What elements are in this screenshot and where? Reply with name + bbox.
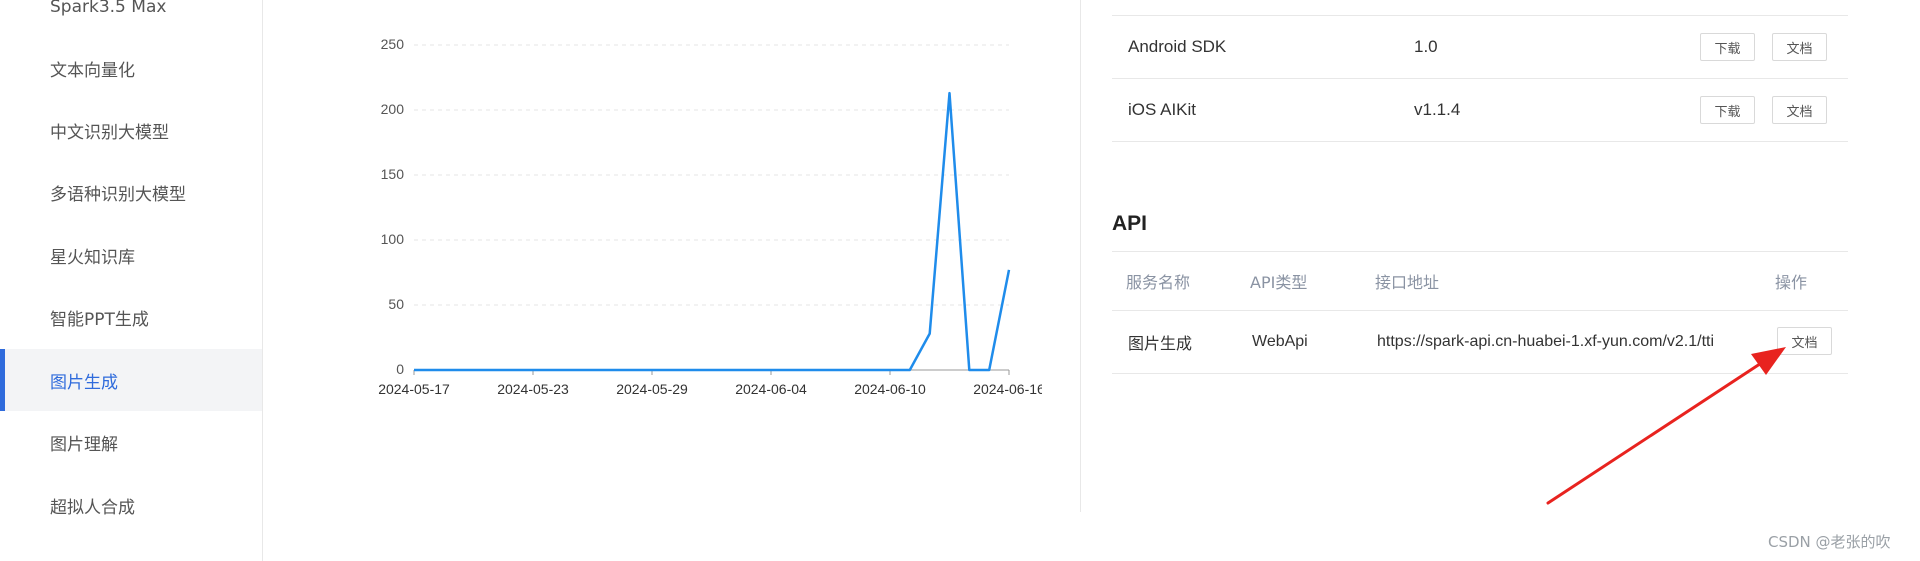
x-tick-label: 2024-06-10: [854, 381, 926, 397]
line-chart: 0 50 100 150 200 250 2024-05-17 2024-05-23 2024-…: [378, 36, 1045, 397]
x-tick-label: 2024-05-23: [497, 381, 569, 397]
sidebar: Spark3.5 Max 文本向量化 中文识别大模型 多语种识别大模型 星火知识…: [0, 0, 263, 561]
sidebar-item-spark35max[interactable]: Spark3.5 Max: [0, 0, 262, 38]
api-table-header: 服务名称 API类型 接口地址 操作: [1112, 252, 1848, 311]
column-header-action: 操作: [1775, 273, 1808, 292]
sidebar-item-label: 星火知识库: [50, 247, 135, 268]
download-button[interactable]: 下载: [1700, 96, 1755, 124]
sidebar-item-image-understanding[interactable]: 图片理解: [0, 411, 262, 473]
sdk-name: Android SDK: [1128, 37, 1227, 56]
sidebar-item-label: 图片生成: [50, 372, 118, 393]
y-tick-label: 250: [381, 36, 405, 52]
y-tick-label: 150: [381, 166, 405, 182]
series-line: [414, 91, 1011, 372]
sidebar-item-chinese-recognition[interactable]: 中文识别大模型: [0, 99, 262, 161]
sidebar-item-label: 文本向量化: [50, 60, 135, 81]
sidebar-item-label: Spark3.5 Max: [50, 0, 167, 17]
y-tick-label: 50: [388, 296, 404, 312]
sdk-name: iOS AIKit: [1128, 100, 1197, 119]
sidebar-item-label: 中文识别大模型: [50, 122, 169, 143]
sdk-version: 1.0: [1414, 37, 1438, 56]
sidebar-item-label: 图片理解: [50, 434, 118, 455]
sdk-row: iOS AIKit v1.1.4 下载 文档: [1112, 79, 1848, 142]
x-tick-label: 2024-05-29: [616, 381, 688, 397]
sidebar-item-label: 超拟人合成: [50, 497, 135, 518]
doc-button[interactable]: 文档: [1772, 33, 1827, 61]
sdk-row: Android SDK 1.0 下载 文档: [1112, 16, 1848, 79]
api-type: WebApi: [1252, 333, 1308, 350]
column-header-service: 服务名称: [1126, 273, 1191, 292]
sidebar-item-multilingual-recognition[interactable]: 多语种识别大模型: [0, 161, 262, 223]
api-section-title: API: [1112, 212, 1148, 235]
sidebar-item-ppt-generation[interactable]: 智能PPT生成: [0, 286, 262, 348]
doc-button[interactable]: 文档: [1772, 96, 1827, 124]
sidebar-item-label: 智能PPT生成: [50, 309, 149, 330]
watermark: CSDN @老张的吹: [1768, 533, 1891, 551]
y-tick-label: 0: [396, 361, 404, 377]
vertical-divider: [1080, 0, 1081, 512]
x-tick-label: 2024-06-16: [973, 381, 1042, 397]
sidebar-item-text-vectorization[interactable]: 文本向量化: [0, 37, 262, 99]
sdk-version: v1.1.4: [1414, 100, 1461, 119]
sidebar-item-knowledge-base[interactable]: 星火知识库: [0, 224, 262, 286]
column-header-type: API类型: [1250, 273, 1308, 292]
sidebar-item-voice-synthesis[interactable]: 超拟人合成: [0, 474, 262, 536]
y-tick-label: 100: [381, 231, 405, 247]
usage-chart: 0 50 100 150 200 250 2024-05-17 2024-05-23 2024-…: [362, 20, 1045, 410]
sidebar-item-label: 多语种识别大模型: [50, 184, 186, 205]
x-tick-label: 2024-05-17: [378, 381, 450, 397]
column-header-url: 接口地址: [1375, 273, 1440, 292]
download-button[interactable]: 下载: [1700, 33, 1755, 61]
annotation-arrow-icon: [1546, 347, 1786, 505]
sidebar-item-image-generation[interactable]: 图片生成: [0, 349, 262, 411]
x-tick-label: 2024-06-04: [735, 381, 807, 397]
api-service-name: 图片生成: [1128, 334, 1193, 353]
y-tick-label: 200: [381, 101, 405, 117]
